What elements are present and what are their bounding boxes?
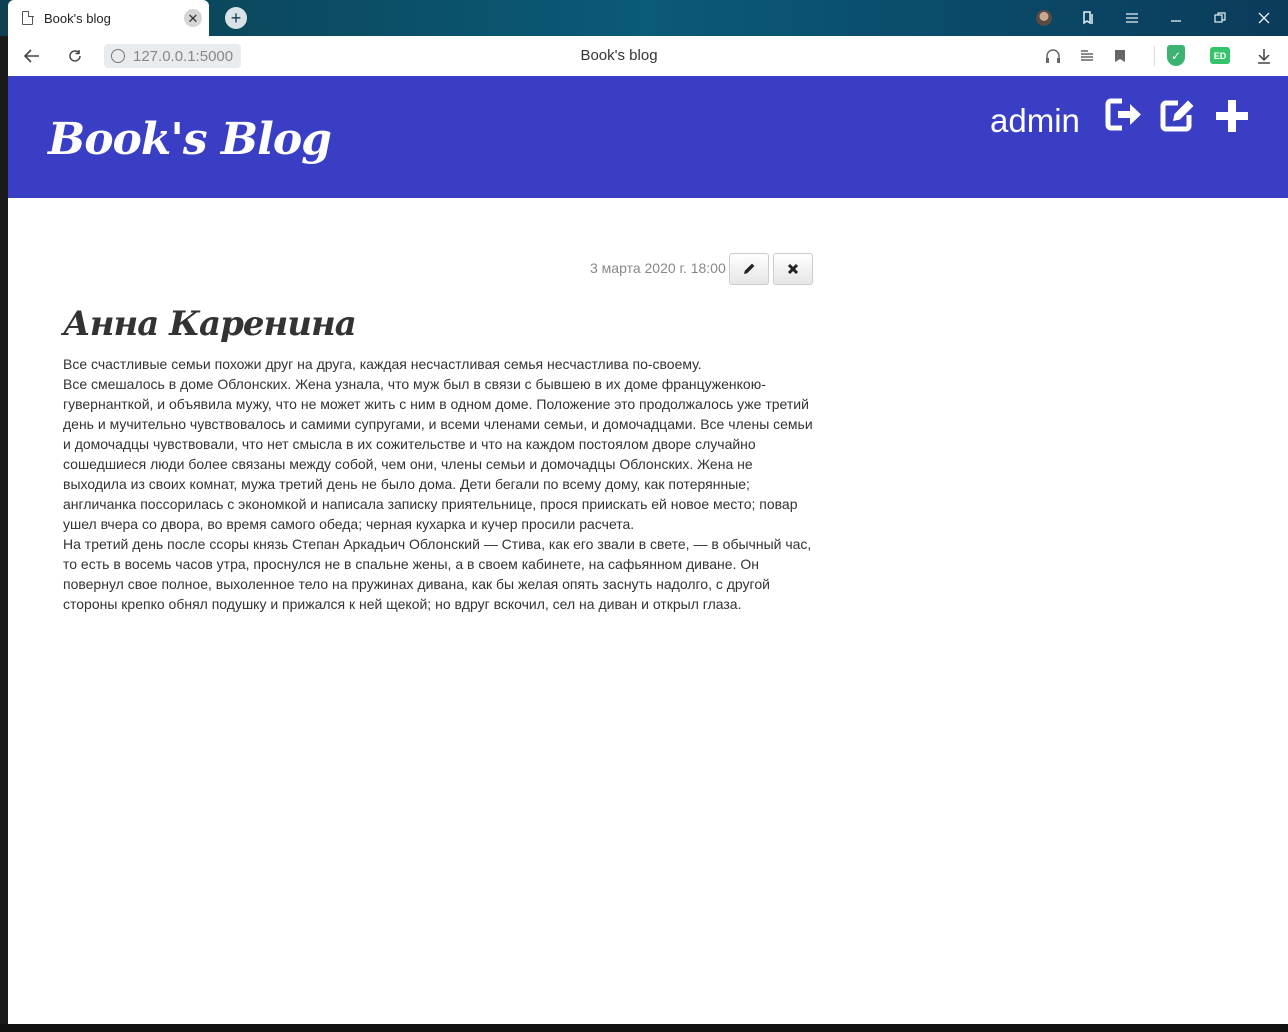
new-tab-button[interactable]: + <box>225 7 247 29</box>
menu-icon[interactable] <box>1121 8 1143 28</box>
user-name[interactable]: admin <box>990 102 1080 140</box>
pencil-icon <box>744 263 755 274</box>
bookmark-icon[interactable] <box>1110 46 1130 66</box>
post-date: 3 марта 2020 г. 18:00 <box>590 260 726 276</box>
post-paragraph: На третий день после ссоры князь Степан … <box>63 536 812 612</box>
add-post-icon[interactable] <box>1212 96 1252 136</box>
edit-post-button[interactable] <box>729 253 769 285</box>
post-paragraph: Все счастливые семьи похожи друг на друг… <box>63 356 702 372</box>
page-icon <box>22 10 34 25</box>
browser-tab[interactable]: Book's blog ✕ <box>8 0 209 36</box>
adblock-shield-icon[interactable]: ✓ <box>1167 45 1185 66</box>
close-window-icon[interactable] <box>1253 8 1275 28</box>
toolbar-separator <box>1154 46 1155 66</box>
minimize-icon[interactable] <box>1165 8 1187 28</box>
delete-post-button[interactable] <box>773 253 813 285</box>
web-page: Book's Blog admin 3 марта 2020 г. 18:00 … <box>8 76 1288 1024</box>
site-header: Book's Blog admin <box>8 76 1288 198</box>
post-paragraph: Все смешалось в доме Облонских. Жена узн… <box>63 376 813 532</box>
window-edge <box>0 36 8 1024</box>
tab-close-icon[interactable]: ✕ <box>184 9 202 27</box>
bookmarks-panel-icon[interactable] <box>1077 8 1099 28</box>
logout-icon[interactable] <box>1104 96 1144 136</box>
profile-avatar-icon[interactable] <box>1036 10 1052 26</box>
restore-icon[interactable] <box>1209 8 1231 28</box>
post-title: Анна Каренина <box>63 304 357 344</box>
post-body: Все счастливые семьи похожи друг на друг… <box>63 354 819 614</box>
address-bar: 127.0.0.1:5000 Book's blog ✓ ED <box>8 36 1288 76</box>
taskbar-edge <box>0 1024 1288 1032</box>
browser-tab-bar: Book's blog ✕ + <box>0 0 1288 36</box>
reader-mode-icon[interactable] <box>1077 46 1097 66</box>
extension-badge[interactable]: ED <box>1210 47 1230 64</box>
download-icon[interactable] <box>1254 46 1274 66</box>
close-icon <box>787 263 799 275</box>
edit-icon[interactable] <box>1158 96 1198 136</box>
site-brand[interactable]: Book's Blog <box>48 114 332 165</box>
tab-title: Book's blog <box>44 11 111 26</box>
headphones-icon[interactable] <box>1043 46 1063 66</box>
